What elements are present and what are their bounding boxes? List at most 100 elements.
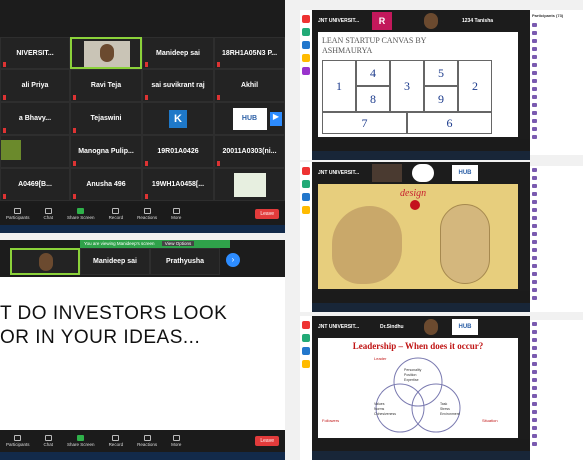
record-button[interactable]: Record [109,435,123,447]
participant-row[interactable] [530,61,583,69]
participant-tile[interactable] [214,168,285,201]
participant-row[interactable] [530,286,583,294]
participant-row[interactable] [530,69,583,77]
canvas-cell: 5 [424,60,458,86]
participant-row[interactable] [530,368,583,376]
participant-row[interactable] [530,400,583,408]
chat-button[interactable]: Chat [44,208,53,220]
participant-row[interactable] [530,182,583,190]
participant-row[interactable] [530,336,583,344]
participants-list[interactable] [530,320,583,460]
participant-row[interactable] [530,214,583,222]
leave-button[interactable]: Leave [255,209,279,219]
participant-tile[interactable]: Ravi Teja [70,69,142,102]
participant-row[interactable] [530,238,583,246]
participant-tile[interactable]: A0469[B... [0,168,70,201]
button-label: Share Screen [67,442,95,447]
participant-row[interactable] [530,440,583,448]
more-button[interactable]: More [171,208,181,220]
participant-row[interactable] [530,190,583,198]
zoom-toolbar [312,439,530,451]
participant-row[interactable] [530,328,583,336]
participant-row[interactable] [530,85,583,93]
participant-row[interactable] [530,270,583,278]
reactions-button[interactable]: Reactions [137,435,157,447]
participant-row[interactable] [530,77,583,85]
more-button[interactable]: More [171,435,181,447]
participant-tile[interactable]: 18RH1A05N3 P... [214,37,285,69]
participant-row[interactable] [530,424,583,432]
reactions-button[interactable]: Reactions [137,208,157,220]
participant-row[interactable] [530,45,583,53]
participant-row[interactable] [530,166,583,174]
participant-tile[interactable]: Akhil [214,69,285,102]
participant-tile[interactable]: Manogna Pulip... [70,135,142,168]
participant-tile[interactable]: sai suvikrant raj [142,69,214,102]
participant-row[interactable] [530,262,583,270]
participant-row[interactable] [530,93,583,101]
participant-row[interactable] [530,360,583,368]
button-label: Participants [6,442,30,447]
participants-button[interactable]: Participants [6,208,30,220]
share-screen-button[interactable]: Share Screen [67,208,95,220]
view-options-button[interactable]: View Options [161,241,195,246]
participant-tile[interactable]: 19WH1A0458[... [142,168,214,201]
participant-row[interactable] [530,206,583,214]
participants-list[interactable]: Participants (73) [530,10,583,155]
participant-tile-active[interactable] [70,37,142,69]
participant-tile[interactable]: Tejaswini [70,102,142,135]
cell-number: 9 [438,91,444,106]
participant-row[interactable] [530,376,583,384]
participant-tile[interactable]: Anusha 496 [70,168,142,201]
button-label: More [171,442,182,447]
participant-row[interactable] [530,294,583,302]
participant-row[interactable] [530,125,583,133]
participant-row[interactable] [530,37,583,45]
participant-row[interactable] [530,344,583,352]
participant-row[interactable] [530,246,583,254]
participant-row[interactable] [530,254,583,262]
next-page-icon[interactable]: › [226,253,240,267]
participant-tile[interactable]: 19R01A0426 [142,135,214,168]
participant-tile[interactable]: Prathyusha [150,248,220,275]
participant-row[interactable] [530,432,583,440]
participant-row[interactable] [530,174,583,182]
participant-row[interactable] [530,29,583,37]
participant-row[interactable] [530,320,583,328]
participant-row[interactable] [530,133,583,141]
participant-tile-active[interactable] [10,248,80,275]
button-label: More [171,215,182,220]
participants-list[interactable] [530,166,583,312]
leave-button[interactable]: Leave [255,436,279,446]
participant-tile[interactable]: K [142,102,214,135]
participant-row[interactable] [530,222,583,230]
participant-row[interactable] [530,392,583,400]
participant-row[interactable] [530,278,583,286]
chat-button[interactable]: Chat [44,435,53,447]
participant-row[interactable] [530,109,583,117]
windows-taskbar [312,451,530,460]
participant-row[interactable] [530,53,583,61]
participant-row[interactable] [530,117,583,125]
participant-tile[interactable]: ali Priya [0,69,70,102]
participant-row[interactable] [530,21,583,29]
participant-tile[interactable]: NIVERSIT... [0,37,70,69]
meeting-title: JNT UNIVERSIT... [318,18,360,24]
next-page-icon[interactable]: ▶ [270,112,282,126]
participant-row[interactable] [530,101,583,109]
participant-tile[interactable]: 20011A0303(ni... [214,135,285,168]
participants-button[interactable]: Participants [6,435,30,447]
participant-tile[interactable] [0,135,70,168]
participant-row[interactable] [530,408,583,416]
participant-row[interactable] [530,416,583,424]
leadership-slide: Leadership – When does it occur? Leader … [318,338,518,438]
participant-row[interactable] [530,198,583,206]
participant-tile[interactable]: a Bhavy... [0,102,70,135]
share-screen-button[interactable]: Share Screen [67,435,95,447]
record-button[interactable]: Record [109,208,123,220]
participant-row[interactable] [530,384,583,392]
participant-row[interactable] [530,352,583,360]
participant-row[interactable] [530,230,583,238]
participant-tile[interactable]: Manideep sai [80,248,150,275]
participant-tile[interactable]: Manideep sai [142,37,214,69]
